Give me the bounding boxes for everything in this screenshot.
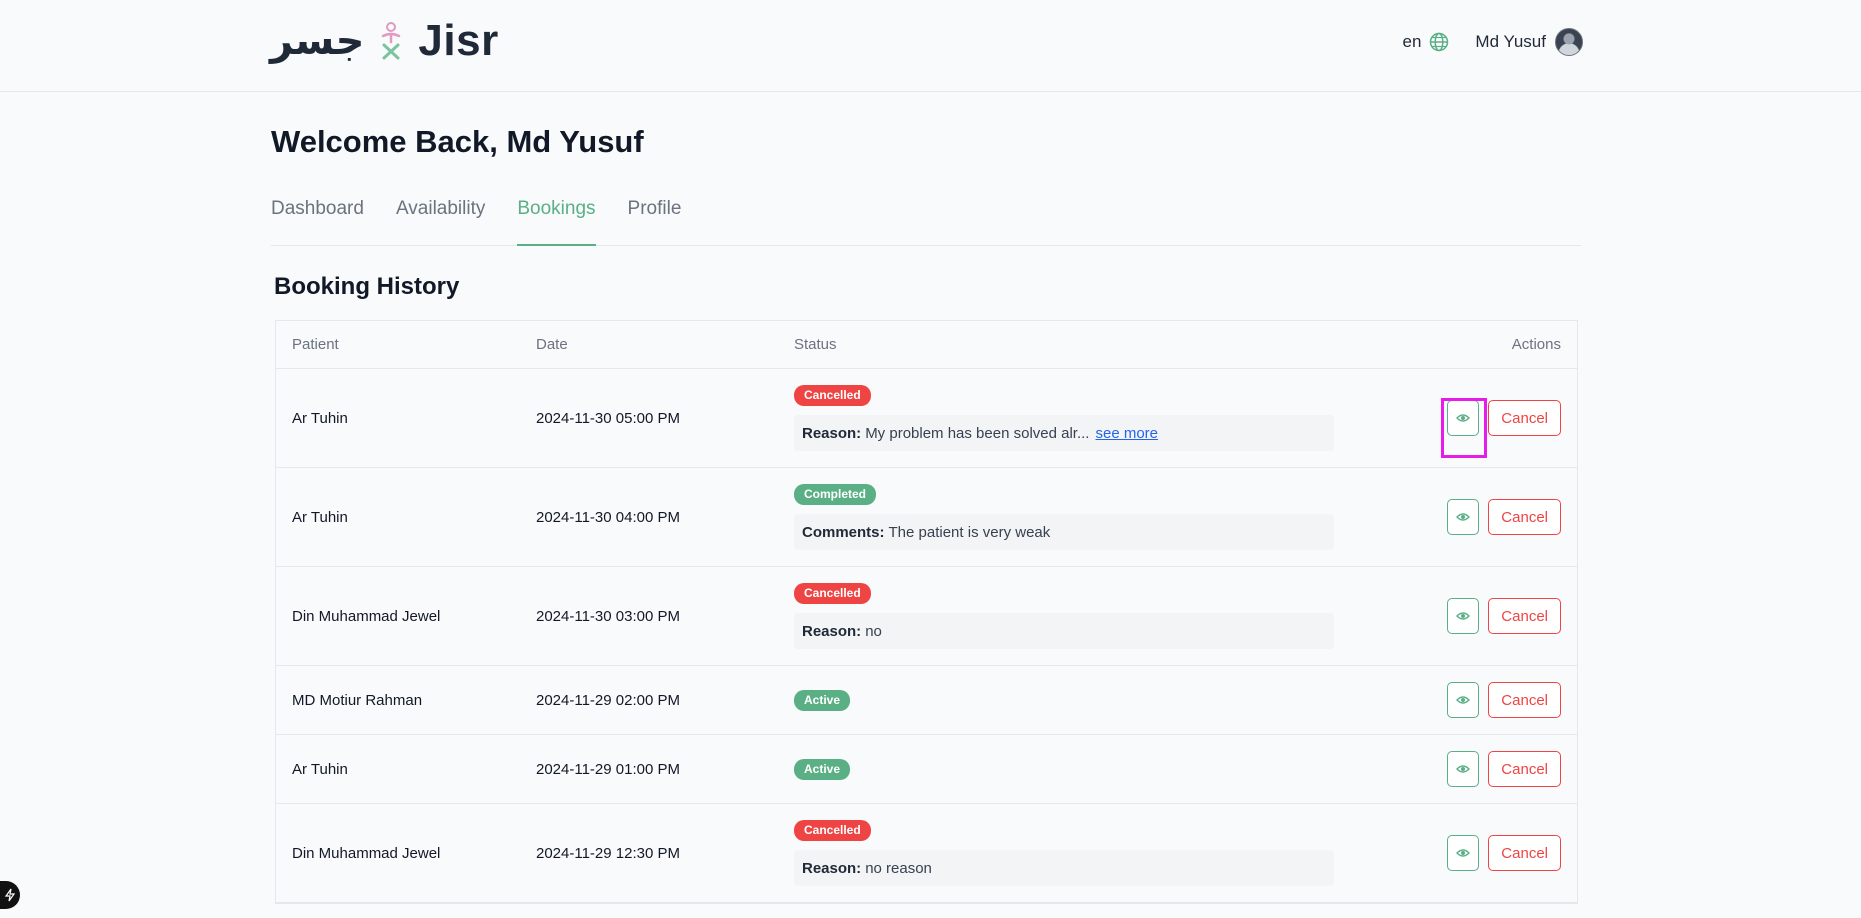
- status-cell: Active: [794, 758, 1334, 780]
- row-actions: Cancel: [1334, 835, 1577, 871]
- tab-bar: Dashboard Availability Bookings Profile: [271, 198, 1581, 246]
- row-actions: Cancel: [1334, 499, 1577, 535]
- reason-note: Reason: no: [794, 613, 1334, 649]
- booking-date: 2024-11-30 05:00 PM: [536, 409, 680, 427]
- table-row: Din Muhammad Jewel 2024-11-29 12:30 PM C…: [276, 804, 1577, 903]
- column-header-actions: Actions: [1511, 336, 1561, 353]
- row-actions: Cancel: [1334, 682, 1577, 718]
- booking-date: 2024-11-30 03:00 PM: [536, 607, 680, 625]
- reason-note: Reason: My problem has been solved alr..…: [794, 415, 1334, 451]
- note-text: no: [865, 622, 882, 640]
- status-cell: Cancelled Reason: no: [794, 583, 1334, 649]
- brand-name: Jisr: [418, 16, 499, 65]
- table-row: Ar Tuhin 2024-11-30 04:00 PM Completed C…: [276, 468, 1577, 567]
- brand-arabic-text: جسر: [270, 18, 365, 64]
- cancel-button[interactable]: Cancel: [1488, 499, 1561, 535]
- eye-icon: [1456, 612, 1471, 620]
- booking-date: 2024-11-29 01:00 PM: [536, 760, 680, 778]
- note-text: no reason: [865, 859, 932, 877]
- booking-date: 2024-11-30 04:00 PM: [536, 508, 680, 526]
- cancel-button[interactable]: Cancel: [1488, 598, 1561, 634]
- status-badge: Cancelled: [794, 820, 871, 841]
- status-cell: Cancelled Reason: My problem has been so…: [794, 385, 1334, 451]
- language-code: en: [1402, 32, 1422, 51]
- view-button[interactable]: [1447, 598, 1480, 634]
- booking-history-table: Patient Date Status Actions Ar Tuhin 202…: [275, 320, 1578, 904]
- user-name: Md Yusuf: [1475, 32, 1546, 51]
- cancel-button[interactable]: Cancel: [1488, 835, 1561, 871]
- table-row: Ar Tuhin 2024-11-29 01:00 PM Active Canc…: [276, 735, 1577, 804]
- column-header-status: Status: [794, 336, 837, 353]
- dev-tools-button[interactable]: [0, 881, 20, 909]
- note-text: My problem has been solved alr...: [865, 424, 1090, 442]
- eye-icon: [1456, 696, 1471, 704]
- top-navbar: جسر Jisr en Md Yusuf: [0, 0, 1861, 92]
- row-actions: Cancel: [1334, 598, 1577, 634]
- note-text: The patient is very weak: [888, 523, 1051, 541]
- view-button[interactable]: [1447, 682, 1480, 718]
- table-header: Patient Date Status Actions: [276, 321, 1577, 369]
- status-badge: Active: [794, 758, 851, 780]
- comments-note: Comments: The patient is very weak: [794, 514, 1334, 550]
- status-badge: Cancelled: [794, 385, 871, 406]
- column-header-patient: Patient: [292, 336, 339, 353]
- status-cell: Completed Comments: The patient is very …: [794, 484, 1334, 550]
- column-header-date: Date: [536, 336, 568, 353]
- cancel-button[interactable]: Cancel: [1488, 682, 1561, 718]
- status-badge: Cancelled: [794, 583, 871, 604]
- tab-profile[interactable]: Profile: [628, 198, 682, 246]
- table-row: Din Muhammad Jewel 2024-11-30 03:00 PM C…: [276, 567, 1577, 666]
- note-label: Comments:: [802, 523, 885, 541]
- brand-logo[interactable]: جسر Jisr: [270, 16, 499, 66]
- patient-name: MD Motiur Rahman: [292, 691, 423, 709]
- patient-name: Din Muhammad Jewel: [292, 844, 441, 862]
- avatar: [1555, 28, 1583, 56]
- status-cell: Cancelled Reason: no reason: [794, 820, 1334, 886]
- view-button[interactable]: [1447, 499, 1480, 535]
- tab-dashboard[interactable]: Dashboard: [271, 198, 364, 246]
- note-label: Reason:: [802, 424, 862, 442]
- eye-icon: [1456, 414, 1471, 422]
- see-more-link[interactable]: see more: [1095, 425, 1158, 442]
- view-button[interactable]: [1447, 835, 1480, 871]
- reason-note: Reason: no reason: [794, 850, 1334, 886]
- cancel-button[interactable]: Cancel: [1488, 400, 1561, 436]
- page-title: Welcome Back, Md Yusuf: [271, 124, 644, 159]
- patient-name: Ar Tuhin: [292, 760, 348, 778]
- row-actions: Cancel: [1334, 751, 1577, 787]
- eye-icon: [1456, 513, 1471, 521]
- status-badge: Completed: [794, 484, 877, 505]
- lightning-icon: [4, 888, 16, 902]
- main-content: Welcome Back, Md Yusuf Dashboard Availab…: [271, 92, 1581, 904]
- view-button[interactable]: [1447, 400, 1480, 436]
- booking-date: 2024-11-29 02:00 PM: [536, 691, 680, 709]
- cancel-button[interactable]: Cancel: [1488, 751, 1561, 787]
- eye-icon: [1456, 849, 1471, 857]
- tab-bookings[interactable]: Bookings: [517, 198, 596, 246]
- globe-icon: [1430, 32, 1449, 52]
- patient-name: Ar Tuhin: [292, 409, 348, 427]
- tab-availability[interactable]: Availability: [396, 198, 485, 246]
- table-row: MD Motiur Rahman 2024-11-29 02:00 PM Act…: [276, 666, 1577, 735]
- view-button[interactable]: [1447, 751, 1480, 787]
- note-label: Reason:: [802, 859, 862, 877]
- row-actions: Cancel: [1334, 400, 1577, 436]
- status-badge: Active: [794, 689, 851, 711]
- language-switcher[interactable]: en: [1403, 32, 1450, 52]
- patient-name: Din Muhammad Jewel: [292, 607, 441, 625]
- table-row: Ar Tuhin 2024-11-30 05:00 PM Cancelled R…: [276, 369, 1577, 468]
- eye-icon: [1456, 765, 1471, 773]
- user-menu[interactable]: Md Yusuf: [1475, 28, 1583, 56]
- status-cell: Active: [794, 689, 1334, 711]
- booking-date: 2024-11-29 12:30 PM: [536, 844, 680, 862]
- logo-figure-icon: [382, 22, 401, 60]
- patient-name: Ar Tuhin: [292, 508, 348, 526]
- note-label: Reason:: [802, 622, 862, 640]
- section-title: Booking History: [274, 273, 460, 300]
